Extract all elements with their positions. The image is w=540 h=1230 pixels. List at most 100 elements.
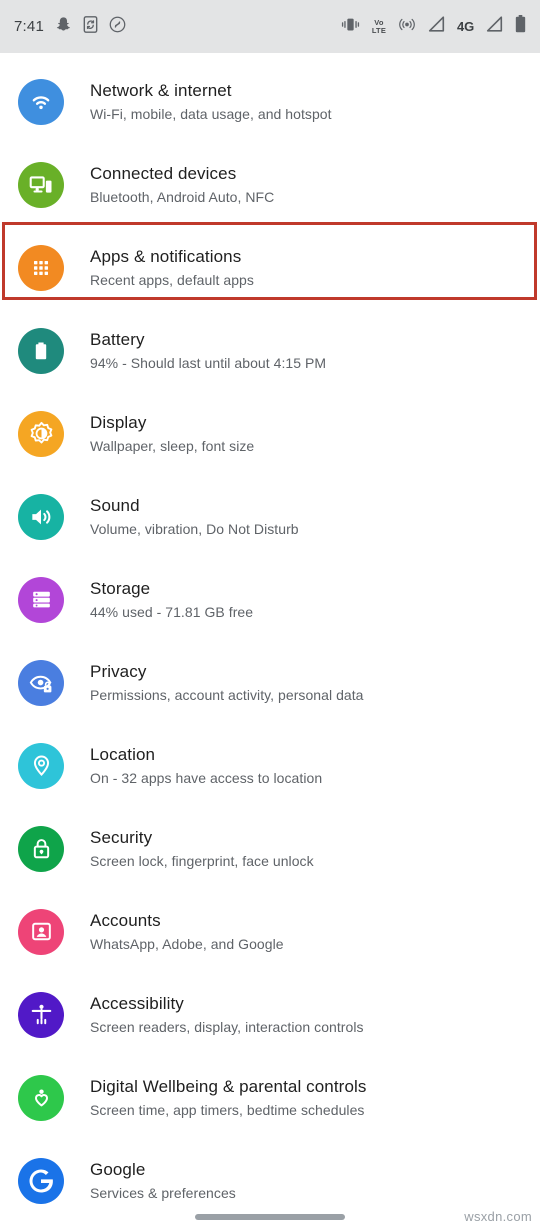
settings-row-security[interactable]: Security Screen lock, fingerprint, face … — [0, 807, 540, 890]
settings-row-text: Apps & notifications Recent apps, defaul… — [90, 246, 254, 290]
settings-row-text: Connected devices Bluetooth, Android Aut… — [90, 163, 274, 207]
status-bar: 7:41 Vo LTE 4G — [0, 0, 540, 53]
storage-icon-badge — [18, 576, 64, 623]
volte-label-bottom: LTE — [371, 25, 387, 35]
settings-row-location[interactable]: Location On - 32 apps have access to loc… — [0, 724, 540, 807]
status-bar-right: Vo LTE 4G — [341, 15, 526, 38]
watermark: wsxdn.com — [464, 1209, 532, 1224]
settings-row-subtitle: On - 32 apps have access to location — [90, 769, 323, 786]
accessibility-person-icon — [31, 1004, 51, 1025]
apps-grid-icon-badge — [18, 244, 64, 291]
battery-icon-badge — [18, 327, 64, 374]
speaker-icon — [32, 509, 51, 524]
google-g-icon — [29, 1169, 53, 1192]
accessibility-person-icon-badge — [18, 991, 64, 1038]
settings-row-storage[interactable]: Storage 44% used - 71.81 GB free — [0, 558, 540, 641]
network-4g-icon: 4G — [457, 19, 474, 34]
settings-row-title: Digital Wellbeing & parental controls — [90, 1076, 367, 1096]
location-pin-icon — [33, 755, 49, 776]
connected-devices-icon — [29, 175, 52, 193]
settings-row-text: Security Screen lock, fingerprint, face … — [90, 827, 314, 871]
wellbeing-heart-icon-badge — [18, 1074, 64, 1121]
settings-row-text: Location On - 32 apps have access to loc… — [90, 744, 322, 788]
wellbeing-heart-icon — [34, 1089, 48, 1107]
settings-row-battery[interactable]: Battery 94% - Should last until about 4:… — [0, 309, 540, 392]
settings-row-digital-wellbeing[interactable]: Digital Wellbeing & parental controls Sc… — [0, 1056, 540, 1139]
screen-cast-phone-icon — [83, 15, 98, 38]
settings-row-title: Google — [90, 1159, 146, 1179]
battery-icon — [515, 15, 526, 38]
settings-row-subtitle: 94% - Should last until about 4:15 PM — [90, 354, 327, 371]
settings-row-accounts[interactable]: Accounts WhatsApp, Adobe, and Google — [0, 890, 540, 973]
location-pin-icon-badge — [18, 742, 64, 789]
settings-row-privacy[interactable]: Privacy Permissions, account activity, p… — [0, 641, 540, 724]
settings-row-subtitle: WhatsApp, Adobe, and Google — [90, 935, 284, 952]
snapchat-icon — [55, 16, 72, 38]
lock-icon-badge — [18, 825, 64, 872]
settings-row-apps-notifications[interactable]: Apps & notifications Recent apps, defaul… — [0, 226, 540, 309]
settings-row-subtitle: Wallpaper, sleep, font size — [90, 437, 255, 454]
hotspot-icon — [398, 16, 416, 38]
signal-bars-icon — [428, 16, 445, 37]
apps-grid-icon — [34, 260, 48, 275]
settings-row-text: Network & internet Wi-Fi, mobile, data u… — [90, 80, 332, 124]
account-card-icon — [31, 922, 51, 941]
settings-row-title: Apps & notifications — [90, 246, 242, 266]
vibrate-icon — [341, 17, 360, 37]
settings-row-title: Network & internet — [90, 80, 232, 100]
settings-row-title: Battery — [90, 329, 145, 349]
settings-row-text: Battery 94% - Should last until about 4:… — [90, 329, 326, 373]
brightness-icon — [30, 421, 52, 444]
settings-row-title: Accounts — [90, 910, 161, 930]
settings-row-text: Privacy Permissions, account activity, p… — [90, 661, 364, 705]
settings-row-subtitle: Bluetooth, Android Auto, NFC — [90, 188, 275, 205]
home-indicator[interactable] — [195, 1214, 345, 1220]
settings-row-title: Privacy — [90, 661, 147, 681]
storage-icon — [32, 591, 50, 608]
settings-row-subtitle: Screen time, app timers, bedtime schedul… — [90, 1101, 365, 1118]
settings-row-display[interactable]: Display Wallpaper, sleep, font size — [0, 392, 540, 475]
settings-row-text: Accounts WhatsApp, Adobe, and Google — [90, 910, 284, 954]
status-bar-clock: 7:41 — [14, 18, 44, 35]
settings-row-text: Accessibility Screen readers, display, i… — [90, 993, 364, 1037]
phone-screen: 7:41 Vo LTE 4G Network & internet Wi-Fi,… — [0, 0, 540, 1230]
connected-devices-icon-badge — [18, 161, 64, 208]
settings-row-subtitle: Screen lock, fingerprint, face unlock — [90, 852, 314, 869]
account-card-icon-badge — [18, 908, 64, 955]
settings-row-sound[interactable]: Sound Volume, vibration, Do Not Disturb — [0, 475, 540, 558]
settings-row-title: Location — [90, 744, 156, 764]
settings-row-text: Display Wallpaper, sleep, font size — [90, 412, 254, 456]
lock-icon — [33, 839, 49, 859]
wifi-icon-badge — [18, 78, 64, 125]
settings-row-title: Display — [90, 412, 147, 432]
settings-row-google[interactable]: Google Services & preferences — [0, 1139, 540, 1222]
settings-row-title: Accessibility — [90, 993, 184, 1013]
settings-row-connected-devices[interactable]: Connected devices Bluetooth, Android Aut… — [0, 143, 540, 226]
wifi-icon — [32, 95, 50, 109]
battery-icon — [35, 342, 47, 359]
settings-row-title: Sound — [90, 495, 140, 515]
settings-row-title: Connected devices — [90, 163, 237, 183]
shazam-icon — [109, 16, 126, 38]
settings-row-text: Digital Wellbeing & parental controls Sc… — [90, 1076, 366, 1120]
settings-row-accessibility[interactable]: Accessibility Screen readers, display, i… — [0, 973, 540, 1056]
settings-row-text: Sound Volume, vibration, Do Not Disturb — [90, 495, 299, 539]
settings-row-network-internet[interactable]: Network & internet Wi-Fi, mobile, data u… — [0, 60, 540, 143]
status-bar-left: 7:41 — [14, 15, 126, 38]
eye-lock-icon — [29, 675, 52, 692]
google-g-icon-badge — [18, 1157, 64, 1204]
settings-row-subtitle: Volume, vibration, Do Not Disturb — [90, 520, 299, 537]
settings-row-text: Google Services & preferences — [90, 1159, 236, 1203]
settings-row-subtitle: Screen readers, display, interaction con… — [90, 1018, 364, 1035]
signal-bars-2-icon — [486, 16, 503, 37]
settings-row-title: Storage — [90, 578, 151, 598]
speaker-icon-badge — [18, 493, 64, 540]
settings-row-subtitle: 44% used - 71.81 GB free — [90, 603, 254, 620]
settings-row-subtitle: Services & preferences — [90, 1184, 236, 1201]
settings-row-subtitle: Permissions, account activity, personal … — [90, 686, 364, 703]
brightness-icon-badge — [18, 410, 64, 457]
eye-lock-icon-badge — [18, 659, 64, 706]
volte-icon: Vo LTE — [372, 19, 386, 34]
settings-row-title: Security — [90, 827, 153, 847]
settings-row-subtitle: Recent apps, default apps — [90, 271, 254, 288]
